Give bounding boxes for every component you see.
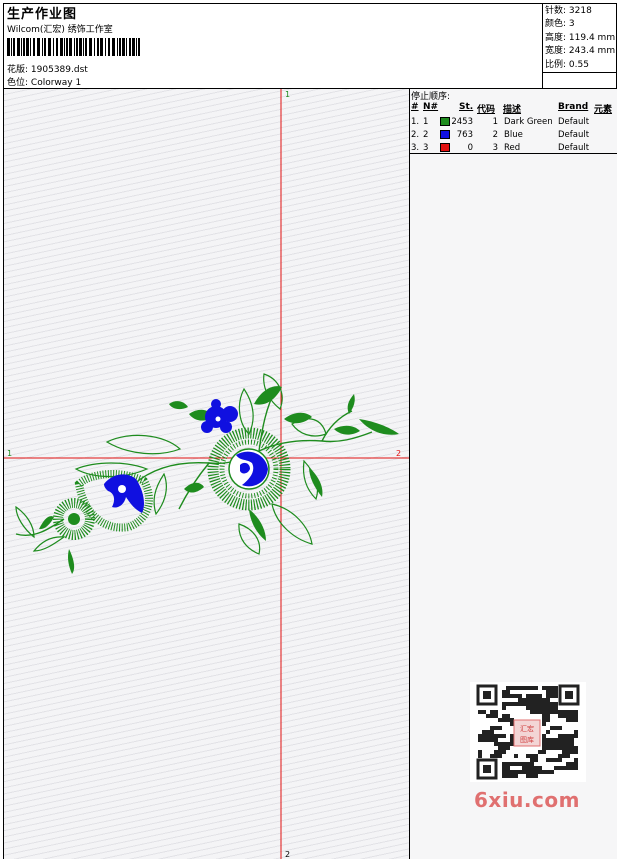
stitches-label: 针数:: [545, 6, 567, 16]
col-index: #: [411, 102, 419, 112]
green-stems: [15, 388, 373, 536]
col-code: 代码: [477, 105, 496, 115]
barcode-icon: [7, 38, 140, 56]
qr-code-icon: 汇宏 图库: [476, 684, 580, 780]
stamp-text-top: 汇宏: [520, 724, 534, 733]
color-swatch: [440, 117, 450, 126]
sequence-title: 停止顺序:: [411, 92, 451, 102]
design-label: 花版:: [7, 65, 29, 75]
h-start-marker: 1: [7, 449, 12, 458]
row-index: 3.: [411, 143, 420, 153]
row-index: 2.: [411, 130, 420, 140]
colors-label: 颜色:: [545, 19, 567, 30]
width-value: 243.4 mm: [568, 46, 616, 57]
page-title: 生产作业图: [7, 7, 78, 22]
row-stitches: 0: [467, 143, 473, 153]
row-brand: Default: [558, 143, 590, 153]
watermark-box: 汇宏 图库: [470, 682, 586, 782]
height-value: 119.4 mm: [568, 32, 616, 43]
green-flower-left: [53, 498, 95, 540]
stats-bottom-divider: [542, 72, 617, 73]
width-label: 宽度:: [545, 46, 567, 57]
col-desc: 描述: [503, 105, 522, 115]
design-canvas[interactable]: 1 2 1 2: [4, 89, 409, 859]
row-n: 1: [423, 117, 429, 127]
color-swatch: [440, 143, 450, 152]
row-n: 2: [423, 130, 429, 140]
colors-value: 3: [568, 19, 575, 30]
sequence-divider: [410, 153, 617, 154]
blue-flower-top: [201, 399, 238, 433]
row-code: 2: [492, 130, 498, 140]
colorway-info: 色位: Colorway 1: [7, 75, 81, 88]
page-subtitle: Wilcom(汇宏) 绣饰工作室: [7, 25, 113, 35]
embroidery-design: 1 2 1 2: [4, 89, 409, 859]
scale-value: 0.55: [568, 59, 589, 70]
height-label: 高度:: [545, 32, 567, 43]
col-element: 元素: [594, 105, 613, 115]
row-stitches: 763: [456, 130, 473, 140]
design-info: 花版: 1905389.dst: [7, 62, 88, 75]
design-stats: 针数: 3218 颜色: 3 高度: 119.4 mm 宽度: 243.4 mm…: [545, 5, 615, 72]
outline-leaves: [15, 373, 327, 555]
row-brand: Default: [558, 117, 590, 127]
colorway-label: 色位:: [7, 78, 29, 88]
row-code: 1: [492, 117, 498, 127]
row-desc: Blue: [504, 130, 523, 140]
row-code: 3: [492, 143, 498, 153]
row-stitches: 2453: [451, 117, 473, 127]
col-stitches: St.: [459, 102, 474, 112]
row-index: 1.: [411, 117, 420, 127]
h-end-marker: 2: [396, 449, 401, 458]
row-brand: Default: [558, 130, 590, 140]
color-swatch: [440, 130, 450, 139]
stitches-value: 3218: [568, 6, 592, 16]
row-desc: Red: [504, 143, 521, 153]
watermark-site: 6xiu.com: [474, 788, 580, 812]
row-n: 3: [423, 143, 429, 153]
col-n: N#: [423, 102, 439, 112]
v-end-marker: 2: [285, 850, 290, 859]
stamp-text-bottom: 图库: [520, 735, 534, 744]
row-desc: Dark Green: [504, 117, 553, 127]
design-value: 1905389.dst: [30, 65, 88, 75]
v-start-marker: 1: [285, 90, 290, 99]
col-brand: Brand: [558, 102, 589, 112]
colorway-value: Colorway 1: [30, 78, 82, 88]
stats-divider: [542, 4, 543, 88]
scale-label: 比例:: [545, 59, 567, 70]
